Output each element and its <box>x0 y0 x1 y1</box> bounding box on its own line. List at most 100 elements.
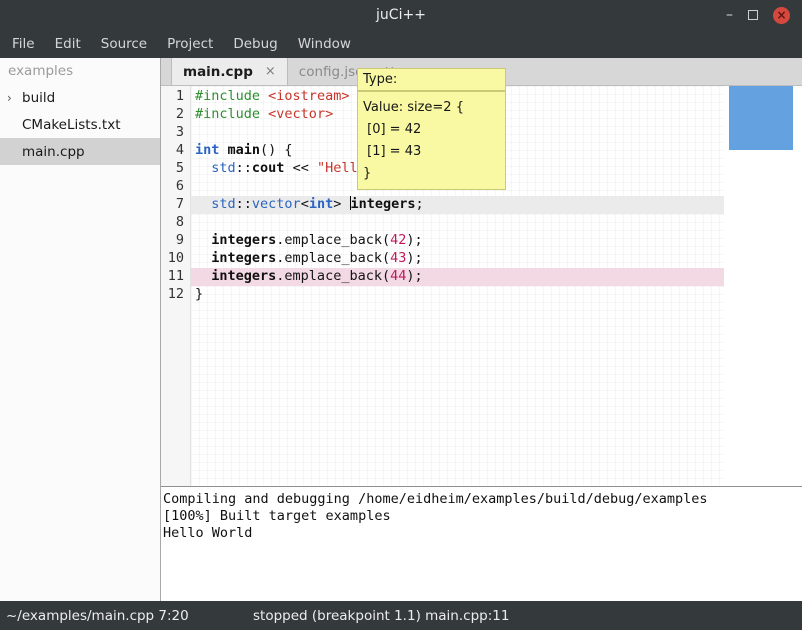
scrollbar-thumb[interactable] <box>729 86 793 150</box>
status-bar: ~/examples/main.cpp 7:20 stopped (breakp… <box>0 601 802 630</box>
line-number: 4 <box>161 142 190 160</box>
code-token <box>195 250 211 266</box>
titlebar[interactable]: juCi++ – × <box>0 0 802 30</box>
tab-close-icon[interactable]: × <box>265 64 276 79</box>
tooltip-value-line: [0] = 42 <box>363 119 500 141</box>
code-token <box>195 160 211 176</box>
terminal-line: Hello World <box>163 525 800 542</box>
code-token: <iostream> <box>268 88 349 104</box>
code-token: < <box>301 196 309 212</box>
tab-main-cpp[interactable]: main.cpp × <box>171 58 288 85</box>
editor-line-8[interactable] <box>191 214 724 232</box>
minimize-button[interactable]: – <box>726 10 733 20</box>
line-number: 3 <box>161 124 190 142</box>
menu-edit[interactable]: Edit <box>45 31 91 57</box>
code-token: std <box>211 160 235 176</box>
line-number: 12 <box>161 286 190 304</box>
scrollbar-track[interactable] <box>724 86 802 486</box>
code-token: () { <box>260 142 293 158</box>
line-number: 11 <box>161 268 190 286</box>
code-token: :: <box>236 196 252 212</box>
file-tree: ›build CMakeLists.txt main.cpp <box>0 84 160 165</box>
output-terminal[interactable]: Compiling and debugging /home/eidheim/ex… <box>161 486 802 601</box>
code-token: .emplace_back( <box>276 250 390 266</box>
code-token: << <box>284 160 317 176</box>
tooltip-value-line: } <box>363 163 500 185</box>
code-token: ); <box>406 250 422 266</box>
window-controls: – × <box>726 7 802 24</box>
code-token: <vector> <box>268 106 333 122</box>
code-token: 42 <box>390 232 406 248</box>
code-token: #include <box>195 88 260 104</box>
code-token: 44 <box>390 268 406 284</box>
menu-bar: FileEditSourceProjectDebugWindow <box>0 30 802 58</box>
menu-source[interactable]: Source <box>91 31 157 57</box>
code-token: integers <box>211 250 276 266</box>
line-number: 6 <box>161 178 190 196</box>
line-number-gutter: 123456789101112 <box>161 86 191 486</box>
terminal-line: [100%] Built target examples <box>163 508 800 525</box>
code-token: .emplace_back( <box>276 232 390 248</box>
menu-debug[interactable]: Debug <box>223 31 287 57</box>
debug-value-tooltip: Value: size=2 { [0] = 42 [1] = 43} <box>357 91 506 190</box>
file-label: main.cpp <box>22 144 85 160</box>
code-token: integers <box>351 196 416 212</box>
code-token: ; <box>416 196 424 212</box>
editor-line-7[interactable]: std::vector<int> integers; <box>191 196 724 214</box>
code-token: integers <box>211 232 276 248</box>
code-token: ); <box>406 268 422 284</box>
code-token: #include <box>195 106 260 122</box>
menu-file[interactable]: File <box>2 31 45 57</box>
code-token: int <box>309 196 333 212</box>
line-number: 9 <box>161 232 190 250</box>
sidebar-item-cmakelists-txt[interactable]: CMakeLists.txt <box>0 111 160 138</box>
expander-arrow-icon[interactable]: › <box>7 91 22 105</box>
code-token: :: <box>236 160 252 176</box>
code-token: } <box>195 286 203 302</box>
code-token: ); <box>406 232 422 248</box>
code-token: 43 <box>390 250 406 266</box>
line-number: 8 <box>161 214 190 232</box>
close-button[interactable]: × <box>773 7 790 24</box>
line-number: 7 <box>161 196 190 214</box>
file-label: CMakeLists.txt <box>22 117 121 133</box>
editor-line-9[interactable]: integers.emplace_back(42); <box>191 232 724 250</box>
code-token: integers <box>211 268 276 284</box>
code-token: > <box>333 196 349 212</box>
editor-line-12[interactable]: } <box>191 286 724 304</box>
sidebar-item-main-cpp[interactable]: main.cpp <box>0 138 160 165</box>
tooltip-value-line: Value: size=2 { <box>363 97 500 119</box>
code-token <box>260 88 268 104</box>
line-number: 2 <box>161 106 190 124</box>
window-title: juCi++ <box>0 7 802 23</box>
code-token: .emplace_back( <box>276 268 390 284</box>
sidebar-item-build[interactable]: ›build <box>0 84 160 111</box>
editor-line-10[interactable]: integers.emplace_back(43); <box>191 250 724 268</box>
code-token <box>260 106 268 122</box>
terminal-line: Compiling and debugging /home/eidheim/ex… <box>163 491 800 508</box>
code-token <box>195 196 211 212</box>
code-token: cout <box>252 160 285 176</box>
editor-line-11[interactable]: integers.emplace_back(44); <box>191 268 724 286</box>
code-token: main <box>228 142 261 158</box>
code-token: std <box>211 196 235 212</box>
menu-project[interactable]: Project <box>157 31 223 57</box>
tooltip-value-line: [1] = 43 <box>363 141 500 163</box>
menu-window[interactable]: Window <box>288 31 361 57</box>
line-number: 1 <box>161 88 190 106</box>
file-explorer: examples ›build CMakeLists.txt main.cpp <box>0 58 161 601</box>
file-label: build <box>22 90 55 106</box>
maximize-button[interactable] <box>748 10 758 20</box>
jucipp-window: juCi++ – × FileEditSourceProjectDebugWin… <box>0 0 802 630</box>
type-tooltip: Type: std::vector<int> <box>357 68 506 91</box>
status-debug-state: stopped (breakpoint 1.1) main.cpp:11 <box>253 608 509 624</box>
code-token: int <box>195 142 219 158</box>
code-token <box>195 232 211 248</box>
code-token <box>195 268 211 284</box>
code-token: vector <box>252 196 301 212</box>
project-name-label: examples <box>0 58 160 84</box>
tab-label: main.cpp <box>183 64 253 80</box>
code-token <box>219 142 227 158</box>
status-file-position: ~/examples/main.cpp 7:20 <box>0 608 189 624</box>
line-number: 5 <box>161 160 190 178</box>
